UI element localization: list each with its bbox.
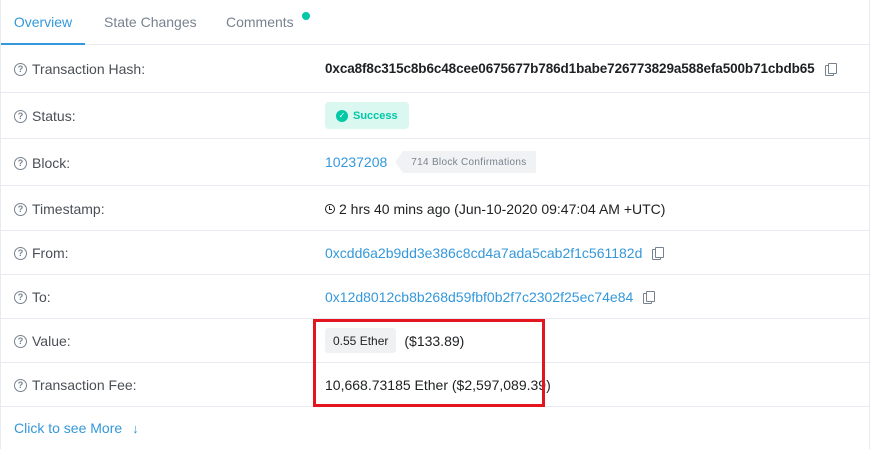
status-value-wrap: ✓ Success bbox=[325, 102, 409, 129]
fee-value-wrap: 10,668.73185 Ether ($2,597,089.39) bbox=[325, 377, 551, 393]
fee-label-wrap: ? Transaction Fee: bbox=[14, 377, 137, 393]
to-label-wrap: ? To: bbox=[14, 289, 51, 305]
value-label: Value: bbox=[32, 333, 71, 349]
question-circle-icon[interactable]: ? bbox=[14, 334, 27, 348]
from-value-wrap: 0xcdd6a2b9dd3e386c8cd4a7ada5cab2f1c56118… bbox=[325, 245, 665, 261]
timestamp-label-wrap: ? Timestamp: bbox=[14, 201, 105, 217]
status-text: Success bbox=[353, 109, 398, 122]
block-label: Block: bbox=[32, 155, 71, 171]
timestamp-value-wrap: 2 hrs 40 mins ago (Jun-10-2020 09:47:04 … bbox=[325, 201, 665, 217]
timestamp-value: 2 hrs 40 mins ago (Jun-10-2020 09:47:04 … bbox=[339, 201, 666, 217]
row-status: ? Status: ✓ Success bbox=[1, 93, 870, 139]
block-label-wrap: ? Block: bbox=[14, 155, 70, 171]
from-label-wrap: ? From: bbox=[14, 245, 69, 261]
tx-hash-value: 0xca8f8c315c8b6c48cee0675677b786d1babe72… bbox=[325, 61, 815, 76]
to-address-link[interactable]: 0x12d8012cb8b268d59fbf0b2f7c2302f25ec74e… bbox=[325, 289, 633, 305]
to-label: To: bbox=[32, 289, 51, 305]
tab-state-changes[interactable]: State Changes bbox=[104, 0, 197, 45]
question-circle-icon[interactable]: ? bbox=[14, 109, 27, 123]
value-usd: ($133.89) bbox=[404, 332, 465, 349]
value-label-wrap: ? Value: bbox=[14, 333, 71, 349]
row-from: ? From: 0xcdd6a2b9dd3e386c8cd4a7ada5cab2… bbox=[1, 231, 870, 275]
row-block: ? Block: 10237208 714 Block Confirmation… bbox=[1, 139, 870, 186]
question-circle-icon[interactable]: ? bbox=[14, 290, 27, 304]
timestamp-label: Timestamp: bbox=[32, 201, 105, 217]
to-value-wrap: 0x12d8012cb8b268d59fbf0b2f7c2302f25ec74e… bbox=[325, 289, 656, 305]
fee-label: Transaction Fee: bbox=[32, 377, 137, 393]
copy-icon[interactable] bbox=[652, 247, 665, 260]
ether-value-chip: 0.55 Ether bbox=[325, 328, 397, 353]
row-transaction-fee: ? Transaction Fee: 10,668.73185 Ether ($… bbox=[1, 363, 870, 407]
question-circle-icon[interactable]: ? bbox=[14, 246, 27, 260]
arrow-down-icon: ↓ bbox=[132, 420, 139, 436]
value-value-wrap: 0.55 Ether ($133.89) bbox=[325, 328, 464, 353]
block-value-wrap: 10237208 714 Block Confirmations bbox=[325, 151, 536, 173]
tab-comments[interactable]: Comments bbox=[226, 0, 294, 45]
row-timestamp: ? Timestamp: 2 hrs 40 mins ago (Jun-10-2… bbox=[1, 186, 870, 231]
status-label-wrap: ? Status: bbox=[14, 108, 76, 124]
clock-icon bbox=[325, 204, 335, 214]
copy-icon[interactable] bbox=[824, 62, 837, 76]
see-more-label: Click to see More bbox=[14, 420, 123, 436]
check-circle-icon: ✓ bbox=[336, 109, 348, 122]
tx-hash-label-wrap: ? Transaction Hash: bbox=[14, 61, 145, 77]
question-circle-icon[interactable]: ? bbox=[14, 62, 27, 76]
row-transaction-hash: ? Transaction Hash: 0xca8f8c315c8b6c48ce… bbox=[1, 45, 870, 93]
question-circle-icon[interactable]: ? bbox=[14, 156, 27, 170]
question-circle-icon[interactable]: ? bbox=[14, 378, 27, 392]
status-label: Status: bbox=[32, 108, 76, 124]
transaction-card: Overview State Changes Comments ? Transa… bbox=[0, 0, 870, 449]
block-confirmations-badge: 714 Block Confirmations bbox=[395, 151, 536, 173]
copy-icon[interactable] bbox=[643, 291, 656, 304]
tab-overview[interactable]: Overview bbox=[1, 0, 85, 45]
question-circle-icon[interactable]: ? bbox=[14, 202, 27, 216]
row-value: ? Value: 0.55 Ether ($133.89) bbox=[1, 319, 870, 363]
comments-indicator-dot bbox=[302, 12, 310, 20]
status-badge: ✓ Success bbox=[325, 102, 409, 129]
from-address-link[interactable]: 0xcdd6a2b9dd3e386c8cd4a7ada5cab2f1c56118… bbox=[325, 245, 642, 261]
tx-hash-label: Transaction Hash: bbox=[32, 61, 146, 77]
fee-value: 10,668.73185 Ether ($2,597,089.39) bbox=[325, 377, 551, 393]
tab-bar: Overview State Changes Comments bbox=[1, 0, 870, 45]
tx-hash-value-wrap: 0xca8f8c315c8b6c48cee0675677b786d1babe72… bbox=[325, 61, 837, 76]
from-label: From: bbox=[32, 245, 69, 261]
row-to: ? To: 0x12d8012cb8b268d59fbf0b2f7c2302f2… bbox=[1, 275, 870, 319]
block-number-link[interactable]: 10237208 bbox=[325, 154, 387, 170]
see-more-link[interactable]: Click to see More ↓ bbox=[14, 420, 139, 436]
